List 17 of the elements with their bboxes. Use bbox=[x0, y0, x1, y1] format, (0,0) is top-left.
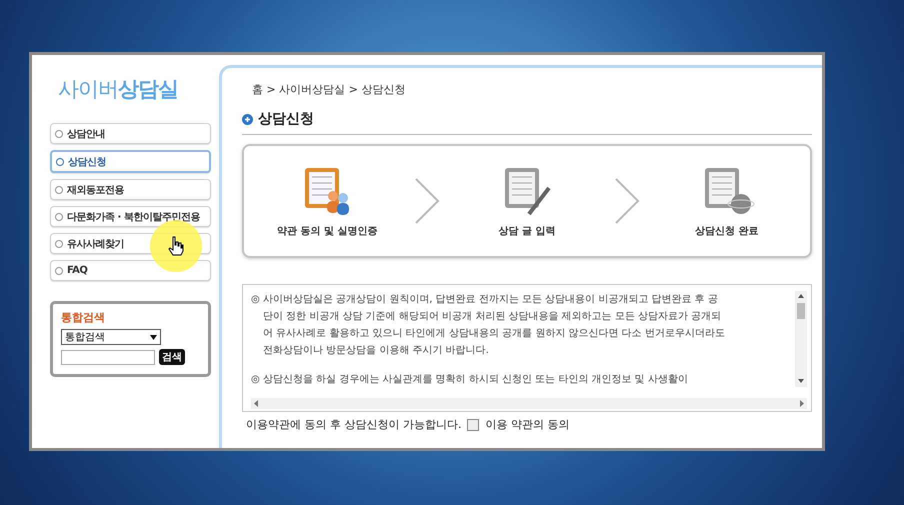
sidebar-item[interactable]: 다문화가족 · 북한이탈주민전용 bbox=[50, 206, 211, 227]
sidebar-item[interactable]: 상담신청 bbox=[50, 150, 211, 173]
terms-paragraph: ◎ 상담신청을 하실 경우에는 사실관계를 명확히 하시되 신청인 또는 타인의 개인정보 및 사생활이 bbox=[251, 373, 689, 387]
sidebar-item[interactable]: 재외동포전용 bbox=[50, 179, 211, 200]
search-button[interactable]: 검색 bbox=[159, 349, 185, 365]
agree-notice: 이용약관에 동의 후 상담신청이 가능합니다. bbox=[246, 417, 462, 432]
step-label: 상담 글 입력 bbox=[498, 225, 556, 238]
step-label: 약관 동의 및 실명인증 bbox=[277, 225, 378, 238]
checkbox-label: 이용 약관의 동의 bbox=[485, 417, 570, 432]
step-label: 상담신청 완료 bbox=[694, 225, 758, 238]
search-select[interactable]: 통합검색 bbox=[61, 329, 161, 345]
logo: 사이버상담실 bbox=[58, 76, 179, 103]
breadcrumb: 홈 > 사이버상담실 > 상담신청 bbox=[252, 82, 406, 97]
sidebar-item[interactable]: 상담안내 bbox=[50, 123, 211, 144]
terms-paragraph: ◎ 사이버상담실은 공개상담이 원칙이며, 답변완료 전까지는 모든 상담내용이 비공개되고 답변완료 후 공단이 정한 비공개 상담 기준에 해당되어 비공개 처리된 상담내용을 제외하고는 모든 상담자료가 공개되어 유사사례로 활용하고 있으니 타인에게 상담내용의 공개를 원하지 않으신다면 다소 번거로우시더라도 전화상담이나 방문상담을 이용해 주시기 바랍니다. bbox=[251, 293, 725, 358]
page-title: 상담신청 bbox=[258, 110, 314, 128]
search-title: 통합검색 bbox=[61, 310, 106, 325]
